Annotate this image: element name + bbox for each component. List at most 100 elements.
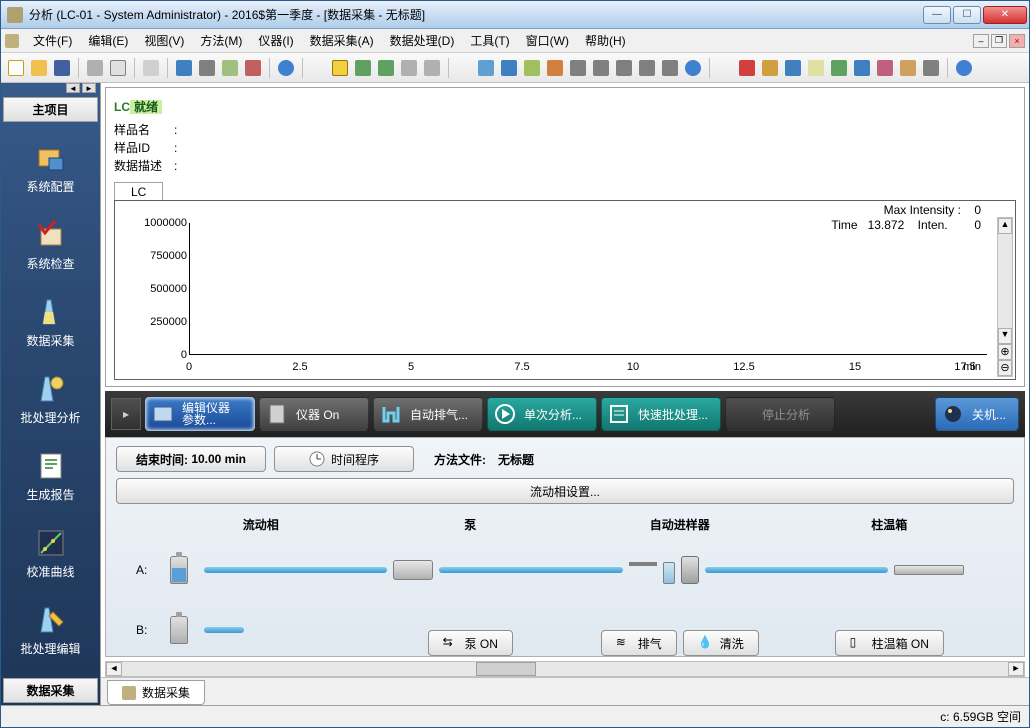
sidebar-header[interactable]: 主项目: [3, 97, 98, 122]
lc-state: 就绪: [130, 100, 162, 114]
tb-help2[interactable]: [953, 57, 975, 79]
btn-label: 排气: [638, 635, 662, 652]
sidebar-item-acquire[interactable]: 数据采集: [1, 286, 100, 363]
menu-view[interactable]: 视图(V): [136, 29, 192, 52]
scroll-left-icon[interactable]: ◄: [106, 662, 122, 676]
bottle-a-icon[interactable]: [170, 556, 188, 584]
bottom-tab-acquire[interactable]: 数据采集: [107, 680, 205, 705]
tab-lc[interactable]: LC: [114, 182, 163, 201]
tb-g4[interactable]: [421, 57, 443, 79]
sidebar-item-report[interactable]: 生成报告: [1, 440, 100, 517]
tb-panel3[interactable]: [219, 57, 241, 79]
tb-p8[interactable]: [897, 57, 919, 79]
btn-pump-on[interactable]: ⇆泵 ON: [428, 630, 513, 656]
tb-open[interactable]: [28, 57, 50, 79]
btn-instrument-on[interactable]: 仪器 On: [259, 397, 369, 431]
tb-s8[interactable]: [636, 57, 658, 79]
chart-vscroll[interactable]: ▲ ▼ ⊕ ⊖: [997, 217, 1013, 377]
pump-icon[interactable]: [393, 560, 433, 580]
btn-edit-params[interactable]: 编辑仪器 参数...: [145, 397, 255, 431]
tb-panel4[interactable]: [242, 57, 264, 79]
tb-p4[interactable]: [805, 57, 827, 79]
btn-quick-batch[interactable]: 快速批处理...: [601, 397, 721, 431]
scroll-right-icon[interactable]: ►: [1008, 662, 1024, 676]
tb-help[interactable]: [275, 57, 297, 79]
scroll-down-icon[interactable]: ▼: [998, 328, 1012, 344]
menu-edit[interactable]: 编辑(E): [80, 29, 136, 52]
tb-panel2[interactable]: [196, 57, 218, 79]
tb-p9[interactable]: [920, 57, 942, 79]
menu-instrument[interactable]: 仪器(I): [250, 29, 301, 52]
tb-print[interactable]: [84, 57, 106, 79]
minimize-button[interactable]: —: [923, 6, 951, 24]
tb-s1[interactable]: [475, 57, 497, 79]
tb-p7[interactable]: [874, 57, 896, 79]
menu-method[interactable]: 方法(M): [192, 29, 250, 52]
scroll-up-icon[interactable]: ▲: [998, 218, 1012, 234]
sidebar-prev[interactable]: ◄: [66, 83, 80, 93]
pipe-icon: [439, 567, 622, 573]
close-button[interactable]: ✕: [983, 6, 1027, 24]
btn-oven-on[interactable]: ▯柱温箱 ON: [835, 630, 944, 656]
sidebar-item-check[interactable]: 系统检查: [1, 209, 100, 286]
menu-process[interactable]: 数据处理(D): [382, 29, 463, 52]
sampler-icon[interactable]: [629, 556, 699, 584]
tb-p2[interactable]: [759, 57, 781, 79]
btn-rinse[interactable]: 💧清洗: [683, 630, 759, 656]
sidebar-footer[interactable]: 数据采集: [3, 678, 98, 703]
sidebar-item-batchedit[interactable]: 批处理编辑: [1, 594, 100, 671]
tb-save[interactable]: [51, 57, 73, 79]
tb-s10[interactable]: [682, 57, 704, 79]
tb-p3[interactable]: [782, 57, 804, 79]
sidebar-item-config[interactable]: 系统配置: [1, 132, 100, 209]
menu-file[interactable]: 文件(F): [25, 29, 80, 52]
tb-g1[interactable]: [352, 57, 374, 79]
tb-run[interactable]: [329, 57, 351, 79]
btn-purge[interactable]: ≋排气: [601, 630, 677, 656]
mdi-minimize[interactable]: –: [973, 34, 989, 48]
mdi-restore[interactable]: ❐: [991, 34, 1007, 48]
chromatogram-chart[interactable]: Max Intensity : 0 Time 13.872 Inten. 0 1…: [114, 200, 1016, 380]
scroll-thumb[interactable]: [476, 662, 536, 676]
end-time-display[interactable]: 结束时间: 10.00 min: [116, 446, 266, 472]
zoom-in-icon[interactable]: ⊕: [998, 344, 1012, 360]
maximize-button[interactable]: ☐: [953, 6, 981, 24]
mdi-close[interactable]: ×: [1009, 34, 1025, 48]
tb-s4[interactable]: [544, 57, 566, 79]
tb-s3[interactable]: [521, 57, 543, 79]
column-icon[interactable]: [894, 565, 964, 575]
tb-s5[interactable]: [567, 57, 589, 79]
tb-p6[interactable]: [851, 57, 873, 79]
btn-mobile-phase[interactable]: 流动相设置...: [116, 478, 1014, 504]
settings-hscroll[interactable]: ◄ ►: [105, 661, 1025, 677]
tb-new[interactable]: [5, 57, 27, 79]
btn-shutdown[interactable]: 关机...: [935, 397, 1019, 431]
sidebar-item-calib[interactable]: 校准曲线: [1, 517, 100, 594]
tb-p1[interactable]: [736, 57, 758, 79]
btn-auto-purge[interactable]: 自动排气...: [373, 397, 483, 431]
menu-window[interactable]: 窗口(W): [518, 29, 577, 52]
toolbar: [1, 53, 1029, 83]
menu-help[interactable]: 帮助(H): [577, 29, 634, 52]
tb-g3[interactable]: [398, 57, 420, 79]
tb-s9[interactable]: [659, 57, 681, 79]
zoom-out-icon[interactable]: ⊖: [998, 360, 1012, 376]
x-tick: 7.5: [514, 361, 529, 373]
btn-single-run[interactable]: 单次分析...: [487, 397, 597, 431]
sidebar-next[interactable]: ►: [82, 83, 96, 93]
tb-s2[interactable]: [498, 57, 520, 79]
menu-acquire[interactable]: 数据采集(A): [302, 29, 382, 52]
tb-preview[interactable]: [107, 57, 129, 79]
btn-time-program[interactable]: 时间程序: [274, 446, 414, 472]
tb-s6[interactable]: [590, 57, 612, 79]
sidebar-item-batch[interactable]: 批处理分析: [1, 363, 100, 440]
menu-tools[interactable]: 工具(T): [462, 29, 517, 52]
tb-panel1[interactable]: [173, 57, 195, 79]
tb-p5[interactable]: [828, 57, 850, 79]
action-expand-icon[interactable]: ▸: [111, 398, 141, 430]
tb-g2[interactable]: [375, 57, 397, 79]
tb-s7[interactable]: [613, 57, 635, 79]
tb-copy[interactable]: [140, 57, 162, 79]
statusbar: c: 6.59GB 空间: [1, 705, 1029, 727]
end-time-value: 10.00 min: [191, 452, 246, 466]
